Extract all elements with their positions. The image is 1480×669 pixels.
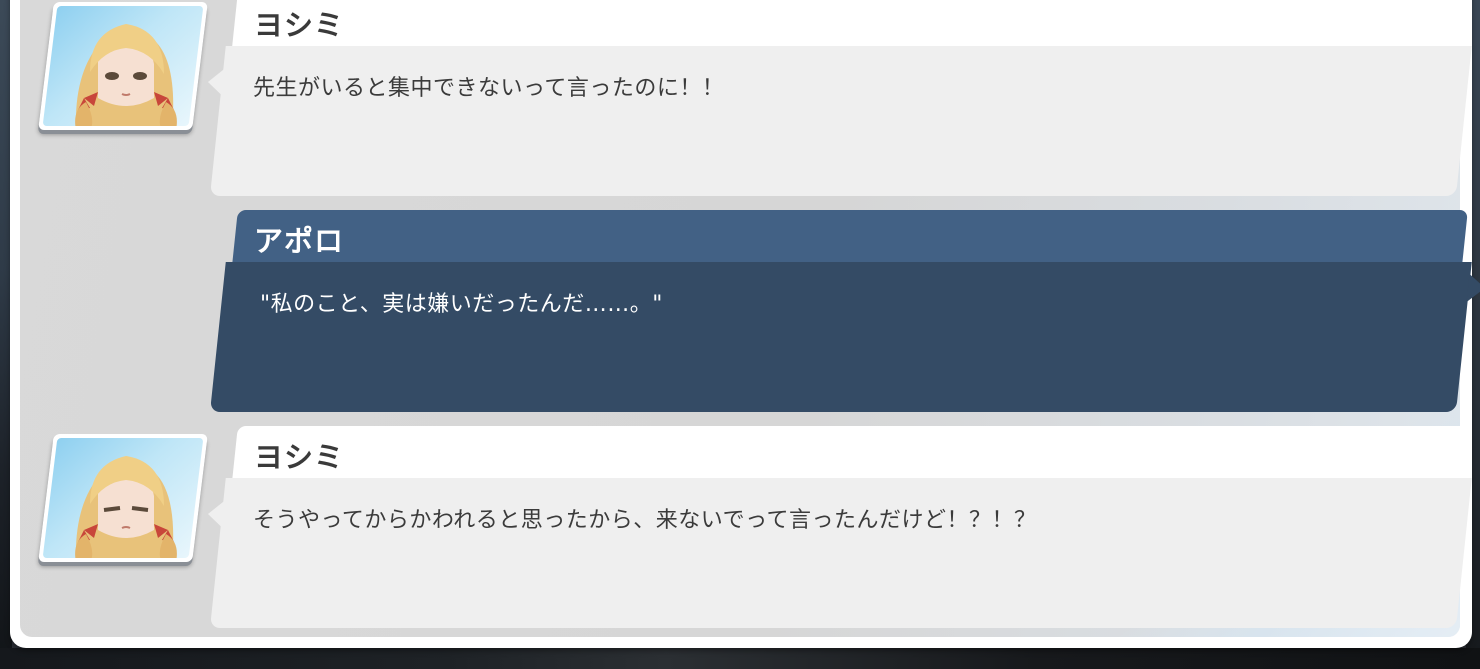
character-portrait — [38, 2, 208, 130]
portrait-frame — [38, 2, 208, 130]
message-text: "私のこと、実は嫌いだったんだ……。" — [260, 292, 663, 317]
yoshimi-portrait-icon — [75, 24, 177, 126]
portrait-frame — [38, 434, 208, 562]
speaker-name: アポロ — [254, 224, 345, 258]
portrait-image — [42, 438, 204, 558]
speaker-name-bar — [232, 426, 1468, 482]
message-bubble — [210, 262, 1472, 412]
background-scene-bottom — [0, 648, 1480, 669]
yoshimi-portrait-icon — [75, 456, 177, 558]
message-bubble — [210, 46, 1472, 196]
speaker-name: ヨシミ — [254, 440, 345, 474]
speaker-name-bar — [232, 210, 1468, 266]
message-text: 先生がいると集中できないって言ったのに！！ — [253, 76, 725, 101]
character-portrait — [38, 434, 208, 562]
message-bubble — [210, 478, 1472, 628]
speaker-name-bar — [232, 0, 1468, 48]
portrait-image — [42, 6, 204, 126]
message-text: そうやってからかわれると思ったから、来ないでって言ったんだけど！？！？ — [253, 508, 1037, 533]
speaker-name: ヨシミ — [254, 8, 345, 42]
